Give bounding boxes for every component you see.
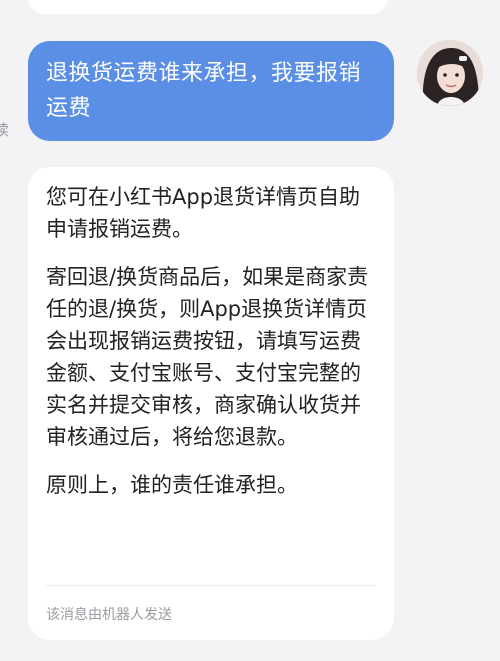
bot-message-paragraph-3: 原则上，谁的责任谁承担。: [46, 473, 298, 497]
user-message-text: 退换货运费谁来承担，我要报销运费: [46, 61, 362, 121]
bot-message-bubble[interactable]: 您可在小红书App退货详情页自助申请报销运费。 寄回退/换货商品后，如果是商家责…: [28, 167, 394, 640]
read-status-label: 读: [0, 121, 8, 139]
bot-sent-note: 该消息由机器人发送: [46, 607, 172, 623]
previous-message-bubble: [28, 0, 388, 14]
bot-message-paragraph-2: 寄回退/换货商品后，如果是商家责任的退/换货，则App退换货详情页会出现报销运费…: [46, 265, 369, 449]
avatar-photo-icon: [417, 40, 483, 106]
user-avatar[interactable]: [417, 40, 483, 106]
user-message-bubble[interactable]: 退换货运费谁来承担，我要报销运费: [28, 41, 394, 141]
bot-message-paragraph-1: 您可在小红书App退货详情页自助申请报销运费。: [46, 185, 361, 241]
message-divider: [46, 585, 376, 586]
